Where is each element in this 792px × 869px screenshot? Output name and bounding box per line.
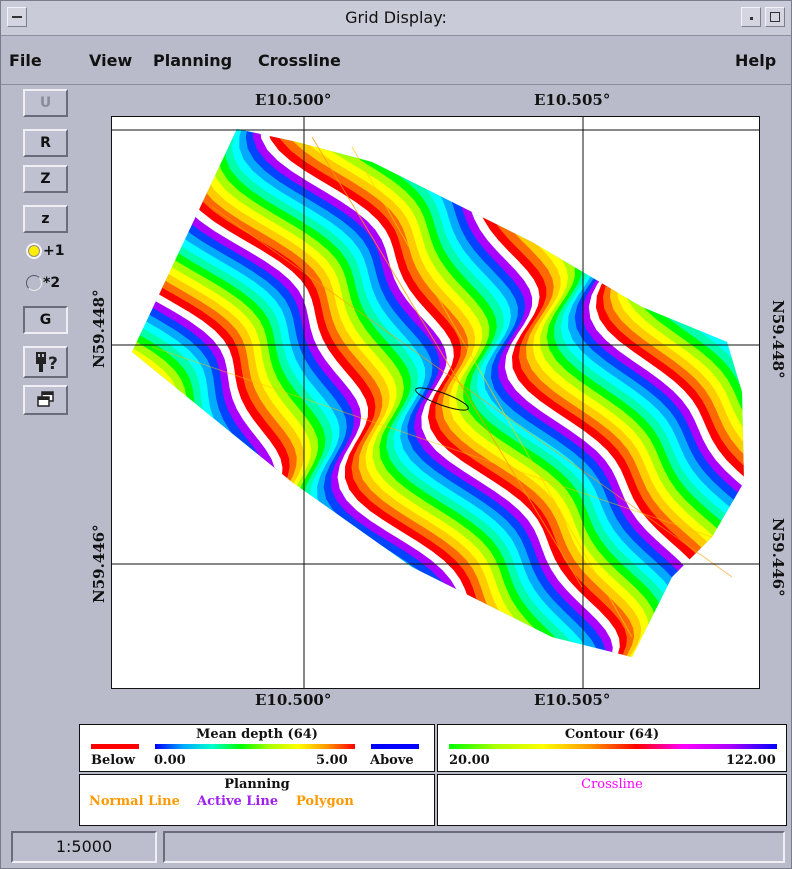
above-color-swatch bbox=[371, 744, 419, 749]
radio-unselected-icon bbox=[26, 275, 42, 291]
grid-map[interactable] bbox=[111, 116, 760, 689]
contour-min-label: 20.00 bbox=[449, 753, 490, 768]
redraw-button[interactable]: R bbox=[23, 129, 68, 157]
menu-bar: File View Planning Crossline Help bbox=[1, 36, 791, 85]
below-color-swatch bbox=[91, 744, 139, 749]
below-label: Below bbox=[91, 753, 136, 768]
maximize-button[interactable] bbox=[765, 7, 785, 27]
window-title: Grid Display: bbox=[345, 8, 447, 27]
right-upper-lat-label: N59.448° bbox=[769, 300, 787, 379]
query-button[interactable]: ? bbox=[23, 346, 68, 378]
normal-line-label: Normal Line bbox=[89, 794, 180, 809]
active-line-label: Active Line bbox=[197, 794, 279, 809]
above-label: Above bbox=[370, 753, 414, 768]
depth-color-scale bbox=[155, 744, 355, 749]
left-upper-lat-label: N59.448° bbox=[90, 289, 108, 368]
unzoom-button[interactable]: U bbox=[23, 89, 68, 117]
depth-max-label: 5.00 bbox=[316, 753, 348, 768]
radio-selected-icon bbox=[26, 243, 42, 259]
zoom-out-button[interactable]: z bbox=[23, 205, 68, 233]
crossline-legend-title: Crossline bbox=[581, 777, 643, 792]
planning-legend: Planning Normal Line Active Line Polygon bbox=[79, 774, 435, 826]
minimize-icon bbox=[750, 17, 753, 20]
crossline-legend: Crossline bbox=[437, 774, 787, 826]
menu-planning[interactable]: Planning bbox=[153, 51, 232, 70]
maximize-icon bbox=[770, 12, 780, 22]
polygon-label: Polygon bbox=[296, 794, 354, 809]
top-right-lon-label: E10.505° bbox=[534, 91, 611, 109]
depth-legend-title: Mean depth (64) bbox=[196, 727, 318, 742]
contour-max-label: 122.00 bbox=[726, 753, 776, 768]
window-icon bbox=[36, 391, 54, 407]
contour-color-scale bbox=[449, 744, 777, 749]
menu-view[interactable]: View bbox=[89, 51, 132, 70]
contour-legend: Contour (64) 20.00 122.00 bbox=[437, 724, 787, 772]
bottom-right-lon-label: E10.505° bbox=[534, 691, 611, 709]
grid-toggle-button[interactable]: G bbox=[23, 306, 68, 334]
zoom-in-button[interactable]: Z bbox=[23, 165, 68, 193]
new-window-button[interactable] bbox=[23, 385, 68, 415]
depth-legend: Mean depth (64) Below 0.00 5.00 Above bbox=[79, 724, 435, 772]
menu-crossline[interactable]: Crossline bbox=[258, 51, 341, 70]
right-lower-lat-label: N59.446° bbox=[769, 518, 787, 597]
scale-indicator: 1:5000 bbox=[11, 831, 157, 863]
title-bar: Grid Display: bbox=[1, 1, 791, 36]
left-lower-lat-label: N59.446° bbox=[90, 524, 108, 603]
menu-help[interactable]: Help bbox=[735, 51, 776, 70]
query-icon: ? bbox=[35, 352, 58, 374]
svg-text:?: ? bbox=[48, 354, 58, 374]
contour-legend-title: Contour (64) bbox=[564, 727, 660, 742]
depth-min-label: 0.00 bbox=[154, 753, 186, 768]
grid-display-window: Grid Display: File View Planning Crossli… bbox=[0, 0, 792, 869]
status-message-area bbox=[163, 831, 785, 863]
bottom-left-lon-label: E10.500° bbox=[255, 691, 332, 709]
planning-legend-title: Planning bbox=[224, 777, 290, 792]
minimize-button[interactable] bbox=[741, 7, 761, 27]
depth-grid-image[interactable] bbox=[112, 117, 759, 688]
top-left-lon-label: E10.500° bbox=[255, 91, 332, 109]
menu-file[interactable]: File bbox=[9, 51, 42, 70]
